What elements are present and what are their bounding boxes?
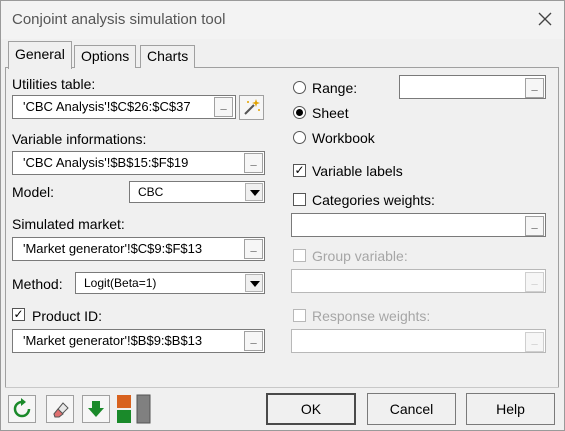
chevron-down-icon[interactable] bbox=[245, 274, 263, 292]
layout-toggle-button[interactable] bbox=[115, 394, 153, 424]
simulated-market-field[interactable]: 'Market generator'!$C$9:$F$13 bbox=[12, 237, 265, 261]
variable-labels-label: Variable labels bbox=[312, 163, 403, 179]
group-variable-field[interactable] bbox=[291, 269, 546, 293]
variable-informations-ref-button[interactable]: _ bbox=[244, 153, 263, 173]
layout-toggle-icon bbox=[117, 394, 151, 424]
down-arrow-button[interactable] bbox=[82, 395, 110, 423]
eraser-button[interactable] bbox=[46, 395, 74, 423]
utilities-table-label: Utilities table: bbox=[12, 76, 96, 92]
variable-labels-checkbox[interactable]: ✓ bbox=[293, 164, 306, 177]
eraser-icon bbox=[53, 402, 69, 418]
workbook-label: Workbook bbox=[312, 130, 375, 146]
categories-weights-label: Categories weights: bbox=[312, 192, 435, 208]
down-arrow-icon bbox=[88, 401, 104, 417]
title-bar: Conjoint analysis simulation tool bbox=[1, 1, 564, 39]
dialog-window: Conjoint analysis simulation tool Genera… bbox=[0, 0, 565, 431]
categories-weights-field[interactable] bbox=[291, 213, 546, 237]
close-icon[interactable] bbox=[535, 9, 555, 29]
simulated-market-label: Simulated market: bbox=[12, 216, 125, 232]
ok-button[interactable]: OK bbox=[266, 393, 356, 425]
chevron-down-icon[interactable] bbox=[245, 183, 263, 201]
variable-informations-field[interactable]: 'CBC Analysis'!$B$15:$F$19 bbox=[12, 151, 265, 175]
method-value: Logit(Beta=1) bbox=[84, 276, 157, 290]
reset-icon bbox=[13, 398, 31, 418]
help-button[interactable]: Help bbox=[466, 393, 555, 425]
model-label: Model: bbox=[12, 184, 55, 200]
group-variable-label: Group variable: bbox=[312, 248, 408, 264]
variable-informations-value: 'CBC Analysis'!$B$15:$F$19 bbox=[23, 155, 189, 170]
cancel-button[interactable]: Cancel bbox=[367, 393, 456, 425]
reset-button[interactable] bbox=[8, 395, 36, 423]
method-label: Method: bbox=[12, 276, 63, 292]
window-title: Conjoint analysis simulation tool bbox=[12, 11, 226, 28]
magic-wand-button[interactable] bbox=[239, 95, 264, 120]
product-id-field[interactable]: 'Market generator'!$B$9:$B$13 bbox=[12, 329, 265, 353]
response-weights-checkbox[interactable] bbox=[293, 309, 306, 322]
variable-informations-label: Variable informations: bbox=[12, 131, 147, 147]
range-ref-button[interactable]: _ bbox=[525, 78, 544, 98]
product-id-value: 'Market generator'!$B$9:$B$13 bbox=[23, 333, 203, 348]
utilities-table-field[interactable]: 'CBC Analysis'!$C$26:$C$37 bbox=[12, 95, 236, 119]
model-value: CBC bbox=[138, 185, 164, 199]
categories-weights-checkbox[interactable] bbox=[293, 193, 306, 206]
range-radio[interactable] bbox=[293, 81, 306, 94]
response-weights-ref-button[interactable]: _ bbox=[525, 332, 544, 352]
tab-options[interactable]: Options bbox=[74, 45, 137, 68]
bottom-separator bbox=[5, 387, 559, 388]
product-id-label: Product ID: bbox=[32, 308, 103, 324]
response-weights-field[interactable] bbox=[291, 329, 546, 353]
group-variable-ref-button[interactable]: _ bbox=[525, 272, 544, 292]
sheet-label: Sheet bbox=[312, 105, 349, 121]
tab-general[interactable]: General bbox=[8, 41, 72, 69]
sheet-radio[interactable] bbox=[293, 106, 306, 119]
utilities-table-value: 'CBC Analysis'!$C$26:$C$37 bbox=[23, 99, 191, 114]
tab-charts[interactable]: Charts bbox=[140, 45, 196, 68]
simulated-market-ref-button[interactable]: _ bbox=[244, 239, 263, 259]
simulated-market-value: 'Market generator'!$C$9:$F$13 bbox=[23, 241, 203, 256]
range-label: Range: bbox=[312, 80, 358, 96]
group-variable-checkbox[interactable] bbox=[293, 249, 306, 262]
product-id-checkbox[interactable]: ✓ bbox=[12, 308, 25, 321]
response-weights-label: Response weights: bbox=[312, 308, 431, 324]
product-id-ref-button[interactable]: _ bbox=[244, 331, 263, 351]
method-select[interactable]: Logit(Beta=1) bbox=[75, 272, 265, 294]
model-select[interactable]: CBC bbox=[129, 181, 265, 203]
magic-wand-icon bbox=[244, 99, 260, 115]
workbook-radio[interactable] bbox=[293, 131, 306, 144]
range-field[interactable] bbox=[399, 75, 546, 99]
utilities-table-ref-button[interactable]: _ bbox=[214, 97, 233, 117]
categories-weights-ref-button[interactable]: _ bbox=[525, 216, 544, 236]
